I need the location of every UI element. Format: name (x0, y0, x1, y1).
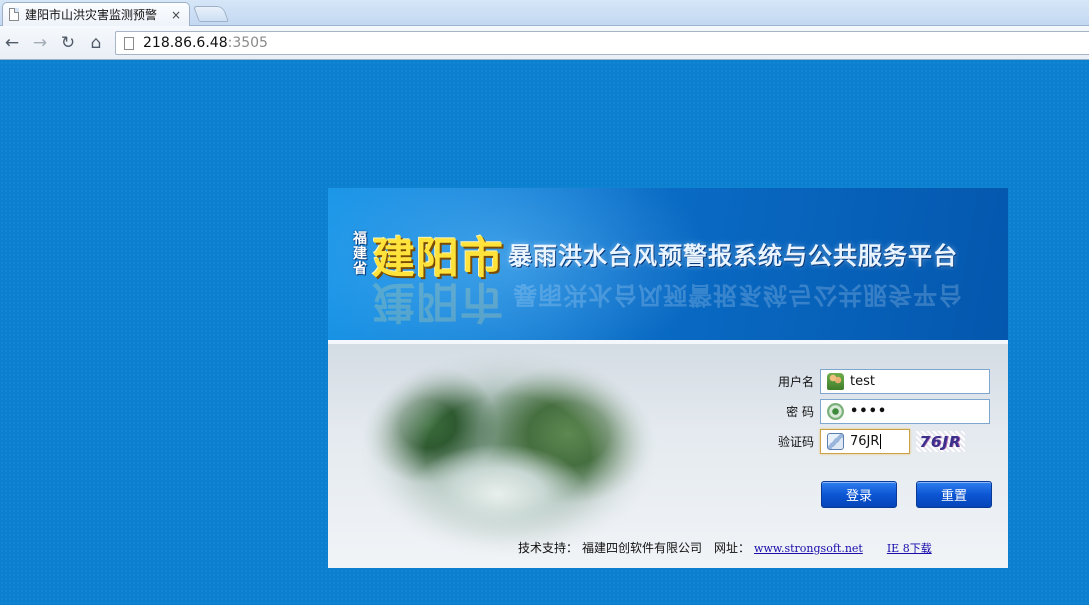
captcha-image[interactable]: 76JR (916, 431, 965, 452)
username-input[interactable]: test (820, 369, 990, 394)
back-arrow-icon[interactable]: ← (2, 33, 22, 53)
site-label: 网址： (714, 541, 751, 555)
url-host: 218.86.6.48 (143, 35, 228, 51)
captcha-label: 验证码 (777, 435, 814, 449)
address-bar[interactable]: 218.86.6.48 :3505 (115, 31, 1089, 55)
browser-tab-strip: 建阳市山洪灾害监测预警 × (0, 0, 1089, 26)
lock-icon (827, 403, 844, 420)
username-label: 用户名 (777, 375, 814, 389)
password-label: 密 码 (786, 405, 814, 419)
browser-tab[interactable]: 建阳市山洪灾害监测预警 × (2, 2, 190, 26)
website-link[interactable]: www.strongsoft.net (754, 542, 863, 555)
tab-title: 建阳市山洪灾害监测预警 (25, 8, 158, 22)
captcha-icon (827, 433, 844, 450)
login-panel: 福建省 建阳市 暴雨洪水台风预警报系统与公共服务平台 建阳市 暴雨洪水台风预警报… (328, 188, 1008, 568)
reload-icon[interactable]: ↻ (58, 33, 78, 53)
page-icon (124, 36, 134, 50)
page-background: 福建省 建阳市 暴雨洪水台风预警报系统与公共服务平台 建阳市 暴雨洪水台风预警报… (0, 61, 1089, 605)
page-icon (9, 8, 19, 21)
url-port: :3505 (227, 35, 268, 51)
banner: 福建省 建阳市 暴雨洪水台风预警报系统与公共服务平台 建阳市 暴雨洪水台风预警报… (328, 188, 1008, 340)
forward-arrow-icon[interactable]: → (30, 33, 50, 53)
footer: 技术支持： 福建四创软件有限公司 网址： www.strongsoft.net … (518, 539, 932, 556)
banner-province: 福建省 (353, 231, 367, 277)
captcha-input[interactable]: 76JR (820, 429, 910, 454)
login-button[interactable]: 登录 (821, 481, 897, 508)
support-label: 技术支持： (518, 541, 579, 555)
home-icon[interactable]: ⌂ (86, 33, 106, 53)
reset-button[interactable]: 重置 (916, 481, 992, 508)
banner-system-reflection: 暴雨洪水台风预警报系统与公共服务平台 (513, 281, 964, 309)
username-value: test (850, 374, 875, 389)
password-input[interactable]: •••• (820, 399, 990, 424)
user-icon (827, 373, 844, 390)
login-form-area: 用户名 test 密 码 •••• 验证码 76JR 76JR 登录 重置 技术… (328, 344, 1008, 568)
browser-toolbar: ← → ↻ ⌂ 218.86.6.48 :3505 (0, 26, 1089, 60)
captcha-row: 验证码 76JR 76JR (762, 429, 965, 454)
banner-reflection: 建阳市 暴雨洪水台风预警报系统与公共服务平台 (352, 274, 963, 336)
banner-system-title: 暴雨洪水台风预警报系统与公共服务平台 (508, 242, 958, 270)
scenery-image (348, 344, 668, 568)
company-name: 福建四创软件有限公司 (582, 541, 703, 555)
text-caret (880, 434, 882, 449)
password-value: •••• (850, 404, 888, 419)
password-row: 密 码 •••• (762, 399, 990, 424)
captcha-value: 76JR (850, 434, 880, 449)
ie8-download-link[interactable]: IE 8下载 (887, 540, 932, 556)
username-row: 用户名 test (762, 369, 990, 394)
banner-city-reflection: 建阳市 (372, 276, 504, 326)
close-icon[interactable]: × (171, 8, 181, 22)
new-tab-button[interactable] (193, 6, 229, 22)
